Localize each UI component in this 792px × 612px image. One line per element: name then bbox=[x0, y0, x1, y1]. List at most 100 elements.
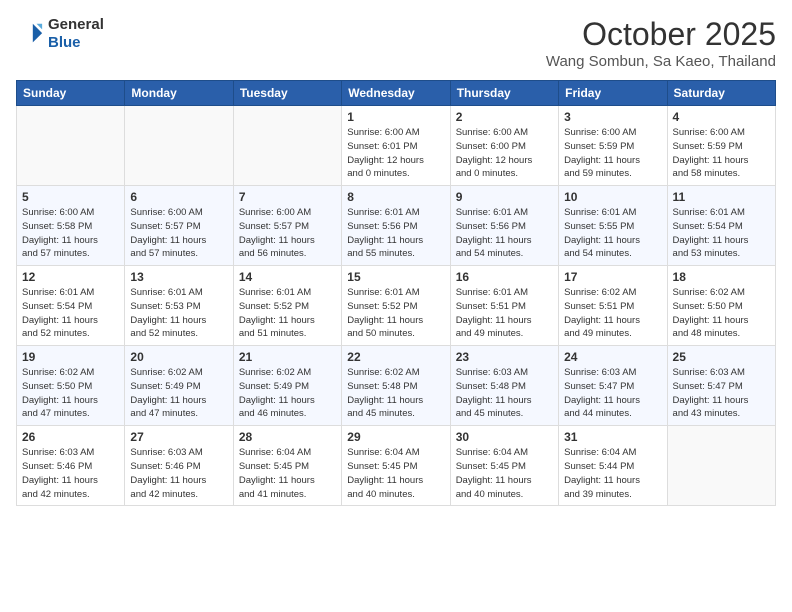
day-info: Sunrise: 6:03 AM Sunset: 5:46 PM Dayligh… bbox=[130, 446, 227, 501]
day-info: Sunrise: 6:01 AM Sunset: 5:52 PM Dayligh… bbox=[239, 286, 336, 341]
calendar-cell bbox=[17, 106, 125, 186]
day-number: 15 bbox=[347, 270, 444, 284]
day-info: Sunrise: 6:03 AM Sunset: 5:48 PM Dayligh… bbox=[456, 366, 553, 421]
calendar-cell: 31 Sunrise: 6:04 AM Sunset: 5:44 PM Dayli… bbox=[559, 426, 667, 506]
day-info: Sunrise: 6:01 AM Sunset: 5:54 PM Dayligh… bbox=[673, 206, 770, 261]
logo-text: General Blue bbox=[48, 16, 104, 52]
calendar-cell bbox=[233, 106, 341, 186]
calendar-cell: 8Sunrise: 6:01 AM Sunset: 5:56 PM Daylig… bbox=[342, 186, 450, 266]
day-info: Sunrise: 6:02 AM Sunset: 5:49 PM Dayligh… bbox=[130, 366, 227, 421]
weekday-header-sunday: Sunday bbox=[17, 81, 125, 106]
day-info: Sunrise: 6:00 AM Sunset: 5:57 PM Dayligh… bbox=[130, 206, 227, 261]
day-info: Sunrise: 6:01 AM Sunset: 5:55 PM Dayligh… bbox=[564, 206, 661, 261]
day-info: Sunrise: 6:02 AM Sunset: 5:48 PM Dayligh… bbox=[347, 366, 444, 421]
day-number: 22 bbox=[347, 350, 444, 364]
day-number: 4 bbox=[673, 110, 770, 124]
calendar-cell: 16 Sunrise: 6:01 AM Sunset: 5:51 PM Dayli… bbox=[450, 266, 558, 346]
calendar-cell: 9 Sunrise: 6:01 AM Sunset: 5:56 PM Daylig… bbox=[450, 186, 558, 266]
day-info: Sunrise: 6:01 AM Sunset: 5:56 PM Dayligh… bbox=[456, 206, 553, 261]
logo: General Blue bbox=[16, 16, 104, 52]
day-info: Sunrise: 6:04 AM Sunset: 5:45 PM Dayligh… bbox=[239, 446, 336, 501]
calendar-cell: 26 Sunrise: 6:03 AM Sunset: 5:46 PM Dayli… bbox=[17, 426, 125, 506]
weekday-header-saturday: Saturday bbox=[667, 81, 775, 106]
day-number: 29 bbox=[347, 430, 444, 444]
weekday-header-thursday: Thursday bbox=[450, 81, 558, 106]
calendar-cell: 23 Sunrise: 6:03 AM Sunset: 5:48 PM Dayli… bbox=[450, 346, 558, 426]
calendar-cell: 24Sunrise: 6:03 AM Sunset: 5:47 PM Dayli… bbox=[559, 346, 667, 426]
day-number: 25 bbox=[673, 350, 770, 364]
day-number: 7 bbox=[239, 190, 336, 204]
day-info: Sunrise: 6:04 AM Sunset: 5:45 PM Dayligh… bbox=[347, 446, 444, 501]
calendar-cell: 4 Sunrise: 6:00 AM Sunset: 5:59 PM Daylig… bbox=[667, 106, 775, 186]
day-number: 9 bbox=[456, 190, 553, 204]
calendar-cell: 5 Sunrise: 6:00 AM Sunset: 5:58 PM Daylig… bbox=[17, 186, 125, 266]
day-info: Sunrise: 6:04 AM Sunset: 5:44 PM Dayligh… bbox=[564, 446, 661, 501]
day-number: 21 bbox=[239, 350, 336, 364]
day-info: Sunrise: 6:02 AM Sunset: 5:51 PM Dayligh… bbox=[564, 286, 661, 341]
day-info: Sunrise: 6:00 AM Sunset: 5:59 PM Dayligh… bbox=[564, 126, 661, 181]
day-info: Sunrise: 6:02 AM Sunset: 5:49 PM Dayligh… bbox=[239, 366, 336, 421]
day-info: Sunrise: 6:01 AM Sunset: 5:53 PM Dayligh… bbox=[130, 286, 227, 341]
day-info: Sunrise: 6:03 AM Sunset: 5:47 PM Dayligh… bbox=[564, 366, 661, 421]
calendar-cell: 28 Sunrise: 6:04 AM Sunset: 5:45 PM Dayli… bbox=[233, 426, 341, 506]
day-info: Sunrise: 6:01 AM Sunset: 5:51 PM Dayligh… bbox=[456, 286, 553, 341]
day-info: Sunrise: 6:00 AM Sunset: 5:58 PM Dayligh… bbox=[22, 206, 119, 261]
weekday-header-monday: Monday bbox=[125, 81, 233, 106]
calendar-cell: 6 Sunrise: 6:00 AM Sunset: 5:57 PM Daylig… bbox=[125, 186, 233, 266]
day-info: Sunrise: 6:00 AM Sunset: 6:01 PM Dayligh… bbox=[347, 126, 444, 181]
weekday-header-row: SundayMondayTuesdayWednesdayThursdayFrid… bbox=[17, 81, 776, 106]
day-number: 2 bbox=[456, 110, 553, 124]
calendar-cell bbox=[125, 106, 233, 186]
calendar-cell: 29 Sunrise: 6:04 AM Sunset: 5:45 PM Dayli… bbox=[342, 426, 450, 506]
day-number: 27 bbox=[130, 430, 227, 444]
day-number: 1 bbox=[347, 110, 444, 124]
calendar-cell: 20Sunrise: 6:02 AM Sunset: 5:49 PM Dayli… bbox=[125, 346, 233, 426]
day-number: 10 bbox=[564, 190, 661, 204]
calendar-cell: 25 Sunrise: 6:03 AM Sunset: 5:47 PM Dayli… bbox=[667, 346, 775, 426]
calendar-cell: 1 Sunrise: 6:00 AM Sunset: 6:01 PM Daylig… bbox=[342, 106, 450, 186]
calendar-cell: 12 Sunrise: 6:01 AM Sunset: 5:54 PM Dayli… bbox=[17, 266, 125, 346]
day-number: 6 bbox=[130, 190, 227, 204]
day-number: 19 bbox=[22, 350, 119, 364]
title-block: October 2025 Wang Sombun, Sa Kaeo, Thail… bbox=[546, 16, 776, 70]
day-number: 11 bbox=[673, 190, 770, 204]
day-number: 16 bbox=[456, 270, 553, 284]
day-number: 3 bbox=[564, 110, 661, 124]
calendar-cell bbox=[667, 426, 775, 506]
day-info: Sunrise: 6:01 AM Sunset: 5:54 PM Dayligh… bbox=[22, 286, 119, 341]
logo-icon bbox=[16, 20, 44, 48]
calendar-cell: 15Sunrise: 6:01 AM Sunset: 5:52 PM Dayli… bbox=[342, 266, 450, 346]
calendar-week-1: 1 Sunrise: 6:00 AM Sunset: 6:01 PM Daylig… bbox=[17, 106, 776, 186]
day-number: 28 bbox=[239, 430, 336, 444]
calendar-week-5: 26 Sunrise: 6:03 AM Sunset: 5:46 PM Dayli… bbox=[17, 426, 776, 506]
calendar-cell: 17 Sunrise: 6:02 AM Sunset: 5:51 PM Dayli… bbox=[559, 266, 667, 346]
day-number: 12 bbox=[22, 270, 119, 284]
day-info: Sunrise: 6:00 AM Sunset: 5:59 PM Dayligh… bbox=[673, 126, 770, 181]
weekday-header-tuesday: Tuesday bbox=[233, 81, 341, 106]
logo-general: General bbox=[48, 16, 104, 34]
day-number: 14 bbox=[239, 270, 336, 284]
day-info: Sunrise: 6:02 AM Sunset: 5:50 PM Dayligh… bbox=[673, 286, 770, 341]
calendar-cell: 30Sunrise: 6:04 AM Sunset: 5:45 PM Dayli… bbox=[450, 426, 558, 506]
location: Wang Sombun, Sa Kaeo, Thailand bbox=[546, 53, 776, 70]
day-number: 31 bbox=[564, 430, 661, 444]
day-info: Sunrise: 6:04 AM Sunset: 5:45 PM Dayligh… bbox=[456, 446, 553, 501]
calendar-week-2: 5 Sunrise: 6:00 AM Sunset: 5:58 PM Daylig… bbox=[17, 186, 776, 266]
day-number: 5 bbox=[22, 190, 119, 204]
day-number: 17 bbox=[564, 270, 661, 284]
calendar-cell: 11 Sunrise: 6:01 AM Sunset: 5:54 PM Dayli… bbox=[667, 186, 775, 266]
calendar-cell: 27 Sunrise: 6:03 AM Sunset: 5:46 PM Dayli… bbox=[125, 426, 233, 506]
logo-blue: Blue bbox=[48, 34, 104, 52]
day-info: Sunrise: 6:03 AM Sunset: 5:47 PM Dayligh… bbox=[673, 366, 770, 421]
day-number: 23 bbox=[456, 350, 553, 364]
day-number: 18 bbox=[673, 270, 770, 284]
calendar-cell: 7 Sunrise: 6:00 AM Sunset: 5:57 PM Daylig… bbox=[233, 186, 341, 266]
weekday-header-friday: Friday bbox=[559, 81, 667, 106]
calendar-cell: 10 Sunrise: 6:01 AM Sunset: 5:55 PM Dayli… bbox=[559, 186, 667, 266]
calendar-table: SundayMondayTuesdayWednesdayThursdayFrid… bbox=[16, 80, 776, 506]
day-number: 13 bbox=[130, 270, 227, 284]
calendar-week-3: 12 Sunrise: 6:01 AM Sunset: 5:54 PM Dayli… bbox=[17, 266, 776, 346]
day-info: Sunrise: 6:03 AM Sunset: 5:46 PM Dayligh… bbox=[22, 446, 119, 501]
day-number: 26 bbox=[22, 430, 119, 444]
day-info: Sunrise: 6:00 AM Sunset: 5:57 PM Dayligh… bbox=[239, 206, 336, 261]
